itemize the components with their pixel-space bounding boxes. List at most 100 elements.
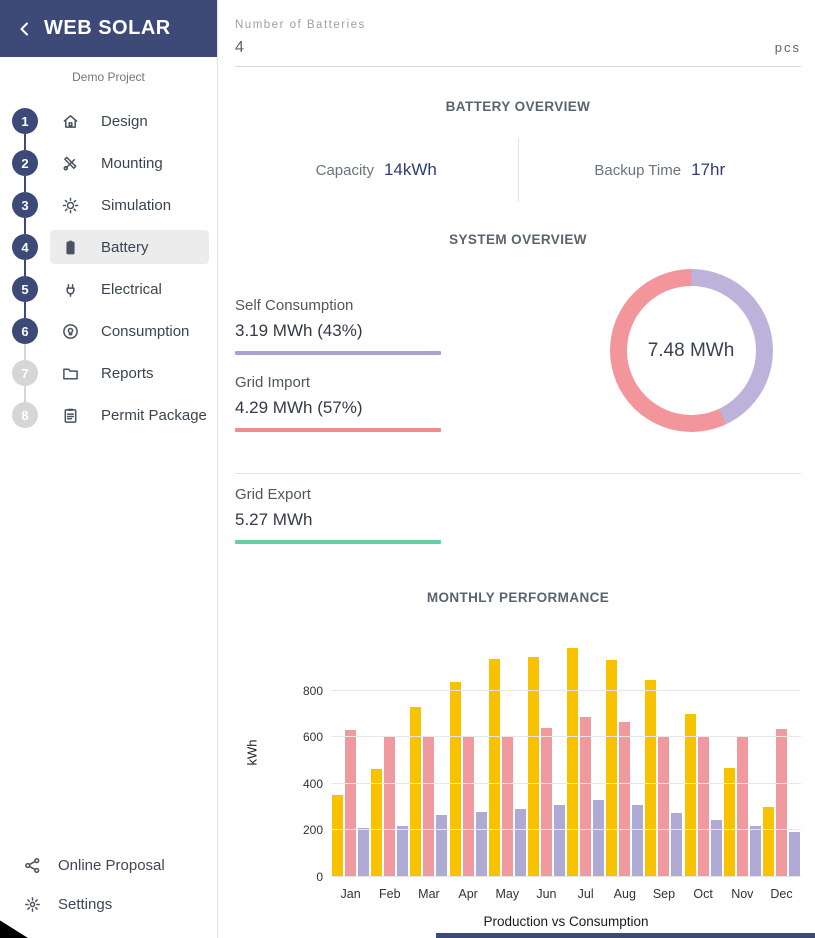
bar-consumption-apr: [463, 737, 474, 877]
stat-underline: [235, 351, 441, 355]
x-tick-apr: Apr: [449, 887, 488, 901]
step-label: Simulation: [101, 197, 171, 214]
step-row-body[interactable]: Design: [50, 104, 209, 138]
y-tick-600: 600: [283, 730, 323, 744]
step-label: Battery: [101, 239, 149, 256]
number-of-batteries-field[interactable]: Number of Batteries 4 pcs: [235, 3, 801, 67]
bar-series3-feb: [397, 826, 408, 877]
step-row-body[interactable]: Consumption: [50, 314, 209, 348]
bar-group-jul: [566, 644, 605, 877]
number-of-batteries-input[interactable]: 4: [235, 39, 244, 57]
sidebar-footer: Online Proposal Settings: [0, 846, 217, 924]
bar-consumption-jan: [345, 730, 356, 877]
bar-consumption-jul: [580, 717, 591, 877]
backup-time-value: 17hr: [691, 160, 725, 180]
bar-series3-jan: [358, 828, 369, 877]
y-tick-400: 400: [283, 777, 323, 791]
sidebar-item-simulation[interactable]: 3 Simulation: [0, 184, 217, 226]
footer-item-settings[interactable]: Settings: [0, 885, 217, 924]
footer-item-label: Online Proposal: [58, 857, 165, 874]
bar-series3-mar: [436, 815, 447, 877]
step-connector-line: [24, 260, 26, 276]
bar-production-dec: [763, 807, 774, 877]
project-name: Demo Project: [0, 70, 217, 84]
gridline-600: [331, 736, 801, 737]
bar-group-jun: [527, 644, 566, 877]
gridline-400: [331, 783, 801, 784]
step-connector-line: [24, 344, 26, 360]
bar-production-jan: [332, 795, 343, 877]
number-of-batteries-label: Number of Batteries: [235, 19, 801, 31]
bar-consumption-mar: [423, 737, 434, 877]
step-row-body[interactable]: Reports: [50, 356, 209, 390]
step-row-body[interactable]: Battery: [50, 230, 209, 264]
grid-export-stat: Grid Export 5.27 MWh: [235, 486, 441, 544]
sidebar-item-permit-package[interactable]: 8 Permit Package: [0, 394, 217, 436]
step-label: Reports: [101, 365, 154, 382]
step-label: Mounting: [101, 155, 163, 172]
chart-bars: [331, 644, 801, 877]
sidebar-item-consumption[interactable]: 6 Consumption: [0, 310, 217, 352]
x-axis-labels: JanFebMarAprMayJunJulAugSepOctNovDec: [331, 887, 801, 901]
bar-consumption-aug: [619, 722, 630, 877]
monthly-performance-chart: kWh 0200400600800 JanFebMarAprMayJunJulA…: [281, 635, 801, 935]
bar-group-jan: [331, 644, 370, 877]
sidebar-item-design[interactable]: 1Design: [0, 100, 217, 142]
x-tick-feb: Feb: [370, 887, 409, 901]
step-label: Electrical: [101, 281, 162, 298]
system-overview-title: SYSTEM OVERVIEW: [235, 232, 801, 247]
back-chevron-icon[interactable]: [18, 22, 32, 36]
sidebar-header: WEB SOLAR: [0, 0, 217, 57]
step-number-badge: 3: [12, 192, 38, 218]
capacity-label: Capacity: [316, 162, 374, 179]
step-number-badge: 8: [12, 402, 38, 428]
x-tick-jul: Jul: [566, 887, 605, 901]
bar-series3-jul: [593, 800, 604, 877]
folder-icon: [62, 365, 79, 382]
stat-label: Grid Import: [235, 374, 441, 391]
bar-series3-jun: [554, 805, 565, 877]
sidebar: WEB SOLAR Demo Project 1Design2Mounting3…: [0, 0, 218, 938]
stat-self-consumption: Self Consumption3.19 MWh (43%): [235, 297, 441, 355]
grid-export-underline: [235, 540, 441, 544]
clipboard-icon: [62, 407, 79, 424]
bar-consumption-feb: [384, 737, 395, 877]
sidebar-item-battery[interactable]: 4Battery: [0, 226, 217, 268]
bar-group-feb: [370, 644, 409, 877]
bar-production-mar: [410, 707, 421, 877]
sidebar-item-mounting[interactable]: 2Mounting: [0, 142, 217, 184]
step-row-body[interactable]: Mounting: [50, 146, 209, 180]
step-number-badge: 5: [12, 276, 38, 302]
sidebar-item-reports[interactable]: 7Reports: [0, 352, 217, 394]
x-tick-may: May: [488, 887, 527, 901]
step-row-body[interactable]: Permit Package: [50, 398, 209, 432]
step-label: Permit Package: [101, 407, 207, 424]
step-number-badge: 6: [12, 318, 38, 344]
bar-consumption-oct: [698, 737, 709, 877]
grid-export-value: 5.27 MWh: [235, 510, 441, 530]
bar-group-may: [488, 644, 527, 877]
step-label: Consumption: [101, 323, 189, 340]
sidebar-item-electrical[interactable]: 5 Electrical: [0, 268, 217, 310]
step-connector-line: [24, 134, 26, 150]
bar-production-nov: [724, 768, 735, 878]
step-label: Design: [101, 113, 148, 130]
stat-label: Self Consumption: [235, 297, 441, 314]
plug-icon: [62, 281, 79, 298]
system-stats: Self Consumption3.19 MWh (43%) Grid Impor…: [235, 297, 441, 451]
stat-value: 4.29 MWh (57%): [235, 398, 441, 418]
step-row-body[interactable]: Electrical: [50, 272, 209, 306]
section-divider: [235, 473, 801, 474]
bar-production-feb: [371, 769, 382, 877]
backup-time-label: Backup Time: [594, 162, 681, 179]
step-row-body[interactable]: Simulation: [50, 188, 209, 222]
bar-series3-dec: [789, 832, 800, 877]
footer-item-online-proposal[interactable]: Online Proposal: [0, 846, 217, 885]
monthly-performance-title: MONTHLY PERFORMANCE: [235, 590, 801, 605]
step-connector-line: [24, 302, 26, 318]
step-nav: 1Design2Mounting 3 Simulation 4Battery 5 Elec…: [0, 100, 217, 436]
bar-series3-sep: [671, 813, 682, 877]
y-tick-0: 0: [283, 870, 323, 884]
x-tick-jan: Jan: [331, 887, 370, 901]
donut-total-value: 7.48 MWh: [648, 340, 735, 362]
